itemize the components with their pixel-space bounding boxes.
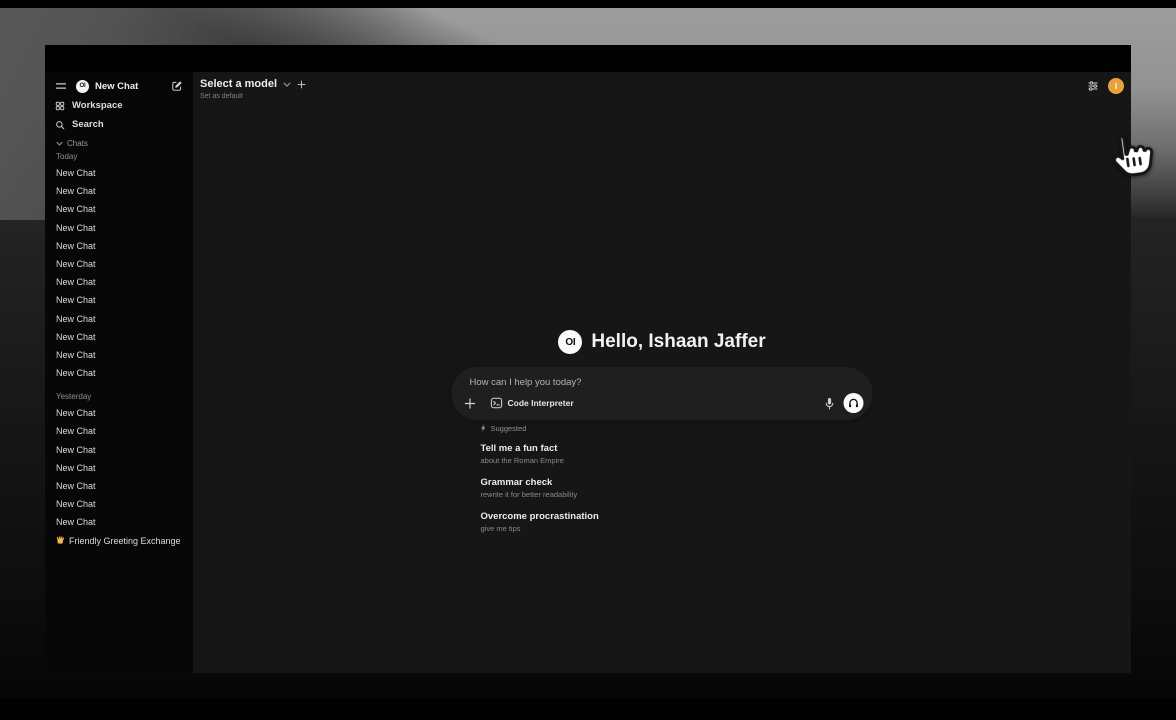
backdrop-bottom-bar	[0, 697, 1176, 720]
chat-list-item[interactable]: New Chat	[45, 219, 193, 237]
spark-icon	[481, 424, 487, 432]
suggested-prompt-subtitle: rewrite it for better readability	[481, 489, 873, 500]
chevron-down-icon	[283, 82, 291, 87]
chat-list-item[interactable]: New Chat	[45, 310, 193, 328]
code-interpreter-label: Code Interpreter	[508, 398, 574, 408]
stage: OI New Chat	[0, 0, 1176, 720]
suggested-prompt-subtitle: about the Roman Empire	[481, 455, 873, 466]
chat-list-item[interactable]: New Chat	[45, 441, 193, 459]
chat-list-item[interactable]: New Chat	[45, 346, 193, 364]
chat-list-item[interactable]: New Chat	[45, 364, 193, 382]
workspace-label: Workspace	[72, 100, 123, 111]
set-default-link[interactable]: Set as default	[200, 93, 306, 100]
app-logo-icon: OI	[558, 330, 582, 354]
suggested-list: Tell me a fun fact about the Roman Empir…	[481, 443, 873, 534]
app-window: OI New Chat	[45, 45, 1131, 673]
chat-item-label: Friendly Greeting Exchange	[69, 536, 181, 546]
chats-section-toggle[interactable]: Chats	[45, 136, 193, 150]
model-selector[interactable]: Select a model	[200, 78, 306, 90]
suggested-prompt-title: Grammar check	[481, 477, 873, 489]
chat-list-item[interactable]: New Chat	[45, 513, 193, 531]
main-content: Select a model Set as default	[193, 72, 1131, 673]
composer-toolbar: Code Interpreter	[465, 393, 864, 413]
sidebar-title: New Chat	[95, 81, 171, 92]
waving-hand-icon	[56, 536, 65, 545]
chat-list-item[interactable]: New Chat	[45, 291, 193, 309]
chat-list-item[interactable]: New Chat	[45, 422, 193, 440]
chat-list-item[interactable]: New Chat	[45, 273, 193, 291]
model-selector-label: Select a model	[200, 78, 277, 90]
chats-section-label: Chats	[67, 139, 88, 148]
suggested-prompt[interactable]: Overcome procrastination give me tips	[481, 511, 873, 534]
chat-list-item[interactable]: New Chat	[45, 164, 193, 182]
sidebar-item-workspace[interactable]: Workspace	[45, 96, 193, 115]
sidebar: OI New Chat	[45, 72, 193, 673]
chat-list-item[interactable]: New Chat	[45, 328, 193, 346]
app-logo-icon: OI	[76, 80, 89, 93]
sidebar-toggle-icon[interactable]	[55, 80, 67, 92]
search-icon	[55, 120, 65, 130]
chat-list-yesterday: New ChatNew ChatNew ChatNew ChatNew Chat…	[45, 404, 193, 531]
chat-list-item[interactable]: New Chat	[45, 495, 193, 513]
greeting-hero: OI Hello, Ishaan Jaffer	[193, 330, 1131, 354]
chat-list-item[interactable]: New Chat	[45, 459, 193, 477]
attach-plus-icon[interactable]	[465, 398, 476, 409]
sidebar-header: OI New Chat	[45, 76, 193, 96]
suggested-prompt[interactable]: Grammar check rewrite it for better read…	[481, 477, 873, 500]
chat-input[interactable]: How can I help you today?	[452, 367, 873, 388]
sidebar-item-search[interactable]: Search	[45, 115, 193, 134]
suggested-section: Suggested Tell me a fun fact about the R…	[452, 422, 873, 545]
add-model-icon[interactable]	[297, 80, 306, 89]
new-chat-icon[interactable]	[171, 80, 183, 92]
chat-list-item[interactable]: New Chat	[45, 200, 193, 218]
composer-card: How can I help you today?	[452, 367, 873, 420]
window-top-bar	[45, 45, 1131, 72]
voice-call-button[interactable]	[844, 393, 864, 413]
greeting-title: Hello, Ishaan Jaffer	[591, 331, 765, 353]
chevron-down-icon	[56, 141, 63, 146]
code-interpreter-toggle[interactable]: Code Interpreter	[491, 397, 574, 409]
workspace-grid-icon	[55, 101, 65, 111]
chat-list-item[interactable]: New Chat	[45, 404, 193, 422]
chat-list-today: New ChatNew ChatNew ChatNew ChatNew Chat…	[45, 164, 193, 382]
suggested-label: Suggested	[491, 424, 527, 433]
suggested-prompt-subtitle: give me tips	[481, 523, 873, 534]
suggested-prompt-title: Overcome procrastination	[481, 511, 873, 523]
user-avatar[interactable]: I	[1108, 78, 1124, 94]
header-right-controls: I	[1087, 78, 1124, 94]
suggested-prompt[interactable]: Tell me a fun fact about the Roman Empir…	[481, 443, 873, 466]
controls-sliders-icon[interactable]	[1087, 80, 1099, 92]
search-label: Search	[72, 119, 104, 130]
headphones-icon	[848, 397, 860, 409]
terminal-icon	[491, 397, 503, 409]
chat-list-item[interactable]: New Chat	[45, 237, 193, 255]
suggested-prompt-title: Tell me a fun fact	[481, 443, 873, 455]
chat-list-item-friendly-greeting[interactable]: Friendly Greeting Exchange	[45, 532, 193, 550]
suggested-header: Suggested	[481, 422, 873, 434]
chat-list-item[interactable]: New Chat	[45, 255, 193, 273]
chat-list-item[interactable]: New Chat	[45, 477, 193, 495]
group-label-yesterday: Yesterday	[45, 390, 193, 404]
group-label-today: Today	[45, 150, 193, 164]
cursor-pointer-hand-icon	[1099, 126, 1160, 187]
chat-list-item[interactable]: New Chat	[45, 182, 193, 200]
main-header: Select a model Set as default	[200, 78, 306, 100]
microphone-icon[interactable]	[825, 397, 835, 410]
